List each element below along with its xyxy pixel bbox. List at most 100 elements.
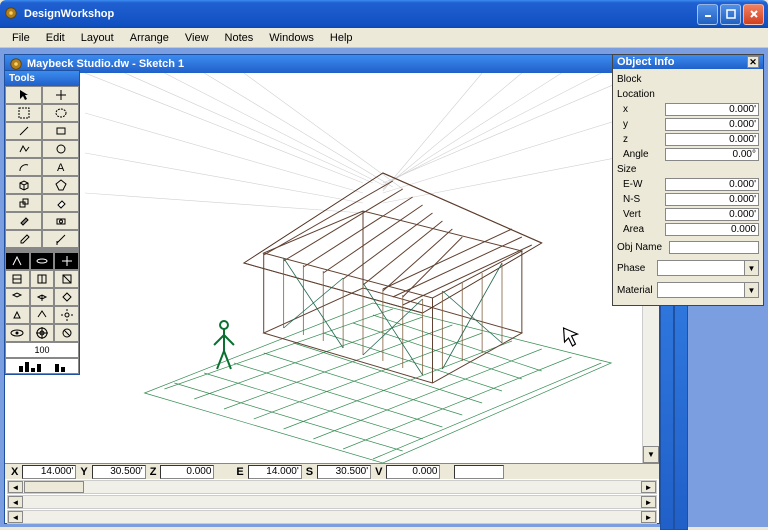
tool-text[interactable]: A xyxy=(42,158,79,176)
view-perspective[interactable] xyxy=(5,306,30,324)
view-eye[interactable] xyxy=(5,324,30,342)
tool-rect[interactable] xyxy=(42,122,79,140)
status-bar: X 14.000' Y 30.500' Z 0.000 E 14.000' S … xyxy=(5,463,659,479)
scroll-right-button[interactable]: ► xyxy=(641,496,656,508)
oi-x-label: x xyxy=(617,104,665,115)
oi-ew-field[interactable]: 0.000' xyxy=(665,178,759,191)
status-y-field[interactable]: 30.500' xyxy=(92,465,146,479)
view-plan[interactable] xyxy=(5,270,30,288)
doc-title: Maybeck Studio.dw - Sketch 1 xyxy=(27,58,639,70)
tool-camera[interactable] xyxy=(42,212,79,230)
status-e-field[interactable]: 14.000' xyxy=(248,465,302,479)
scroll-left-button[interactable]: ◄ xyxy=(8,481,23,493)
menu-edit[interactable]: Edit xyxy=(38,30,73,46)
status-x-label: X xyxy=(9,466,20,478)
tool-marquee[interactable] xyxy=(5,104,42,122)
view-orbit[interactable] xyxy=(30,252,55,270)
status-v-label: V xyxy=(373,466,384,478)
tool-paint[interactable] xyxy=(5,212,42,230)
oi-vert-field[interactable]: 0.000' xyxy=(665,208,759,221)
scrollbar-horizontal[interactable]: ◄ ► xyxy=(7,495,657,509)
oi-material-select[interactable]: ▼ xyxy=(657,282,759,298)
minimize-button[interactable] xyxy=(697,4,718,25)
view-target[interactable] xyxy=(30,324,55,342)
scroll-left-button[interactable]: ◄ xyxy=(8,496,23,508)
status-z-field[interactable]: 0.000 xyxy=(160,465,214,479)
tool-eyedropper[interactable] xyxy=(5,230,42,248)
oi-area-label: Area xyxy=(617,224,665,235)
viewport-3d[interactable] xyxy=(85,73,641,463)
window-controls xyxy=(697,4,764,25)
oi-ns-field[interactable]: 0.000' xyxy=(665,193,759,206)
app-titlebar: DesignWorkshop xyxy=(0,0,768,28)
tools-title: Tools xyxy=(5,71,79,86)
doc-body: ▲ ▼ X 14.000' Y 30.500' Z 0.000 E 14.000… xyxy=(5,73,659,523)
oi-block-label: Block xyxy=(617,74,665,85)
oi-angle-field[interactable]: 0.00° xyxy=(665,148,759,161)
scrollbars-bottom: ◄ ► ◄ ► ◄ ► xyxy=(5,479,659,523)
menu-arrange[interactable]: Arrange xyxy=(122,30,177,46)
menu-notes[interactable]: Notes xyxy=(217,30,262,46)
workspace: Maybeck Studio.dw - Sketch 1 xyxy=(0,48,768,527)
view-look[interactable] xyxy=(54,324,79,342)
status-s-field[interactable]: 30.500' xyxy=(317,465,371,479)
oi-z-field[interactable]: 0.000' xyxy=(665,133,759,146)
view-section[interactable] xyxy=(54,270,79,288)
scroll-thumb[interactable] xyxy=(24,481,84,493)
view-walk[interactable] xyxy=(5,252,30,270)
scroll-left-button[interactable]: ◄ xyxy=(8,511,23,523)
doc-icon xyxy=(9,57,23,71)
status-v-field[interactable]: 0.000 xyxy=(386,465,440,479)
view-pan[interactable] xyxy=(54,252,79,270)
oi-x-field[interactable]: 0.000' xyxy=(665,103,759,116)
scroll-right-button[interactable]: ► xyxy=(641,511,656,523)
oi-y-field[interactable]: 0.000' xyxy=(665,118,759,131)
tool-marquee-oval[interactable] xyxy=(42,104,79,122)
menu-windows[interactable]: Windows xyxy=(261,30,322,46)
tool-circle[interactable] xyxy=(42,140,79,158)
close-button[interactable] xyxy=(743,4,764,25)
chevron-down-icon: ▼ xyxy=(744,261,758,275)
scrollbar-horizontal[interactable]: ◄ ► xyxy=(7,510,657,524)
status-extra-field[interactable] xyxy=(454,465,504,479)
object-info-close-button[interactable]: ✕ xyxy=(747,56,759,68)
status-s-label: S xyxy=(304,466,315,478)
view-elevation[interactable] xyxy=(30,270,55,288)
view-sun[interactable] xyxy=(54,306,79,324)
oi-z-label: z xyxy=(617,134,665,145)
tool-extrude[interactable] xyxy=(5,194,42,212)
status-x-field[interactable]: 14.000' xyxy=(22,465,76,479)
oi-objname-label: Obj Name xyxy=(617,242,669,253)
view-iso-3[interactable] xyxy=(54,288,79,306)
tool-eraser[interactable] xyxy=(42,194,79,212)
tool-line[interactable] xyxy=(5,122,42,140)
tool-crosshair[interactable] xyxy=(42,86,79,104)
view-axon[interactable] xyxy=(30,306,55,324)
tool-measure[interactable] xyxy=(42,230,79,248)
tool-pointer[interactable] xyxy=(5,86,42,104)
view-iso-1[interactable] xyxy=(5,288,30,306)
view-iso-2[interactable] xyxy=(30,288,55,306)
scrollbar-horizontal[interactable]: ◄ ► xyxy=(7,480,657,494)
menu-file[interactable]: File xyxy=(4,30,38,46)
tool-arc[interactable] xyxy=(5,158,42,176)
oi-vert-label: Vert xyxy=(617,209,665,220)
maximize-button[interactable] xyxy=(720,4,741,25)
scroll-down-button[interactable]: ▼ xyxy=(643,446,659,463)
histogram-icon[interactable] xyxy=(5,358,79,374)
tool-polyhedron[interactable] xyxy=(42,176,79,194)
menu-help[interactable]: Help xyxy=(322,30,361,46)
status-e-label: E xyxy=(234,466,245,478)
oi-phase-select[interactable]: ▼ xyxy=(657,260,759,276)
tool-polyline[interactable] xyxy=(5,140,42,158)
tool-box[interactable] xyxy=(5,176,42,194)
status-z-label: Z xyxy=(148,466,159,478)
oi-objname-field[interactable] xyxy=(669,241,759,254)
menu-view[interactable]: View xyxy=(177,30,217,46)
scroll-right-button[interactable]: ► xyxy=(641,481,656,493)
menu-layout[interactable]: Layout xyxy=(73,30,122,46)
oi-ew-label: E-W xyxy=(617,179,665,190)
status-y-label: Y xyxy=(78,466,89,478)
zoom-value[interactable]: 100 xyxy=(5,342,79,358)
oi-area-field[interactable]: 0.000 xyxy=(665,223,759,236)
